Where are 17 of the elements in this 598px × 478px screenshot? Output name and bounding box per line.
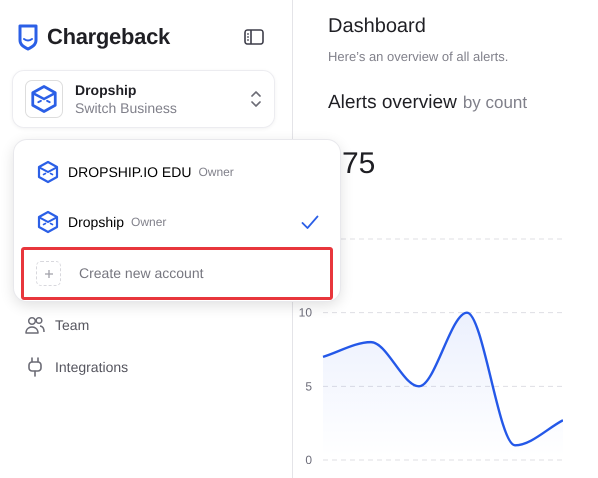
total-count: 75: [342, 147, 376, 181]
switch-business-label: Switch Business: [75, 99, 177, 117]
business-switcher[interactable]: Dropship Switch Business: [12, 70, 275, 128]
sidebar-item[interactable]: Integrations: [25, 346, 128, 388]
business-name: Dropship: [75, 81, 138, 99]
axis-tick-label: 10: [298, 306, 312, 320]
axis-tick-label: 5: [305, 379, 312, 394]
create-account-option[interactable]: Create new account: [21, 247, 333, 300]
section-title: Alerts overview: [328, 92, 457, 112]
account-option[interactable]: Dropship Owner: [21, 197, 333, 247]
sidebar-item[interactable]: Team: [25, 304, 90, 346]
page-title: Dashboard: [328, 14, 427, 38]
account-option[interactable]: DROPSHIP.IO EDU Owner: [21, 147, 333, 197]
axis-tick-label: 0: [305, 453, 312, 464]
app-name: Chargeback: [47, 23, 170, 51]
page-subtitle: Here’s an overview of all alerts.: [328, 48, 510, 66]
section-qualifier: by count: [462, 92, 528, 112]
